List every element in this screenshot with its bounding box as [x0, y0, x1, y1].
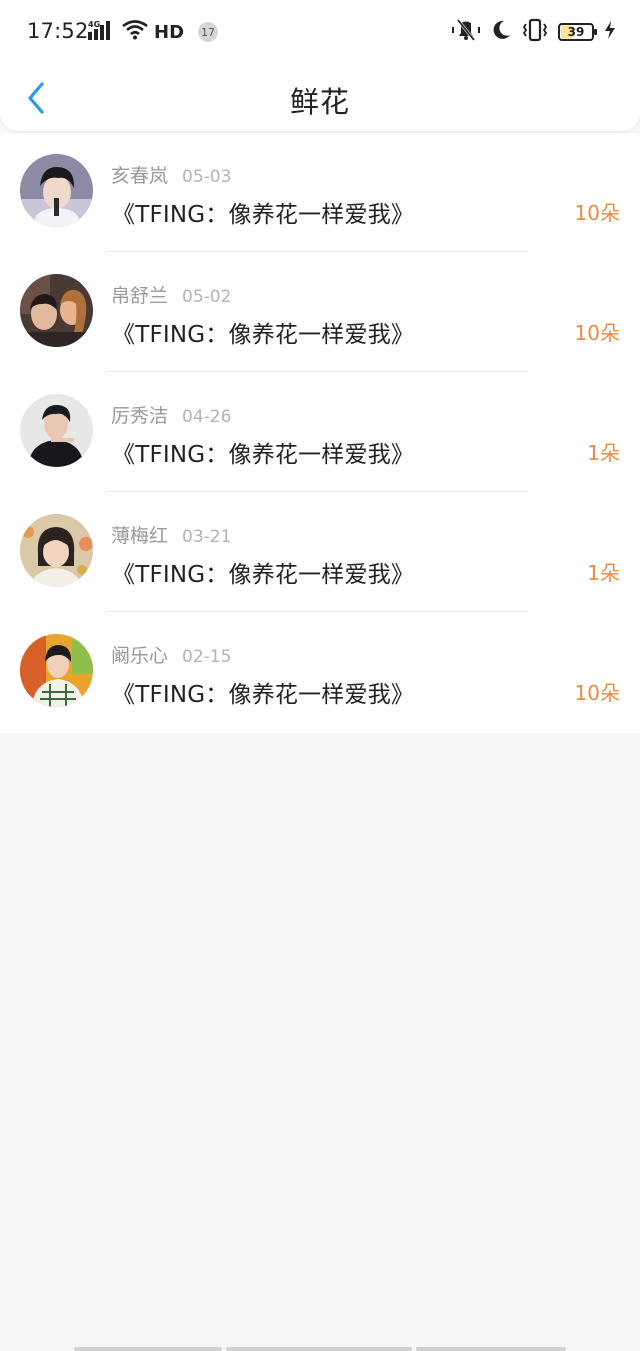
song-title: 《TFING：像养花一样爱我》 [112, 682, 415, 708]
network-type-label: 4G [88, 20, 100, 29]
list-item[interactable]: 厉秀洁 04-26 《TFING：像养花一样爱我》 1朵 [0, 373, 640, 493]
avatar[interactable] [20, 394, 93, 467]
status-time: 17:52 [27, 19, 89, 43]
status-right-icons: 39 [452, 18, 616, 46]
navigation-bar: 鲜花 [0, 64, 640, 131]
user-name: 厉秀洁 [111, 405, 169, 427]
user-name: 亥春岚 [111, 165, 169, 187]
charging-icon [604, 20, 616, 44]
item-date: 05-02 [182, 287, 232, 307]
vibrate-icon [522, 18, 548, 46]
notification-count-badge: 17 [198, 22, 219, 42]
item-meta: 薄梅红 03-21 [111, 521, 231, 548]
user-name: 阚乐心 [111, 645, 169, 667]
flower-count: 1朵 [587, 561, 620, 585]
song-title: 《TFING：像养花一样爱我》 [112, 322, 415, 348]
item-date: 02-15 [182, 647, 232, 667]
item-date: 04-26 [182, 407, 232, 427]
hd-label: HD [154, 21, 185, 43]
mute-icon [452, 18, 480, 46]
page-title: 鲜花 [289, 85, 350, 119]
flower-count: 10朵 [574, 201, 620, 225]
user-name: 帛舒兰 [111, 285, 169, 307]
item-date: 05-03 [182, 167, 232, 187]
item-meta: 亥春岚 05-03 [111, 161, 231, 188]
home-indicator-segment [226, 1347, 412, 1351]
avatar[interactable] [20, 514, 93, 587]
status-left-icons: 4G HD 17 [88, 19, 219, 45]
user-name: 薄梅红 [111, 525, 169, 547]
item-meta: 阚乐心 02-15 [111, 641, 231, 668]
avatar[interactable] [20, 634, 93, 707]
item-meta: 厉秀洁 04-26 [111, 401, 231, 428]
divider [106, 371, 528, 372]
moon-icon [490, 19, 512, 45]
status-bar: 17:52 4G HD 17 39 [0, 0, 640, 64]
flower-count: 10朵 [574, 681, 620, 705]
avatar[interactable] [20, 154, 93, 227]
song-title: 《TFING：像养花一样爱我》 [112, 442, 415, 468]
signal-icon: 4G [88, 19, 116, 45]
flower-count: 1朵 [587, 441, 620, 465]
list-item[interactable]: 亥春岚 05-03 《TFING：像养花一样爱我》 10朵 [0, 133, 640, 253]
list-item[interactable]: 薄梅红 03-21 《TFING：像养花一样爱我》 1朵 [0, 493, 640, 613]
battery-icon: 39 [558, 23, 597, 41]
wifi-icon [122, 20, 148, 44]
home-indicator-segment [74, 1347, 222, 1351]
flower-count: 10朵 [574, 321, 620, 345]
avatar[interactable] [20, 274, 93, 347]
divider [106, 611, 528, 612]
flower-list: 亥春岚 05-03 《TFING：像养花一样爱我》 10朵 帛舒兰 05-02 《T… [0, 133, 640, 733]
list-item[interactable]: 帛舒兰 05-02 《TFING：像养花一样爱我》 10朵 [0, 253, 640, 373]
item-meta: 帛舒兰 05-02 [111, 281, 231, 308]
song-title: 《TFING：像养花一样爱我》 [112, 202, 415, 228]
home-indicator-segment [416, 1347, 566, 1351]
song-title: 《TFING：像养花一样爱我》 [112, 562, 415, 588]
battery-percent: 39 [567, 25, 585, 39]
item-date: 03-21 [182, 527, 232, 547]
list-item[interactable]: 阚乐心 02-15 《TFING：像养花一样爱我》 10朵 [0, 613, 640, 733]
top-bar: 17:52 4G HD 17 39 鲜花 [0, 0, 640, 131]
divider [106, 491, 528, 492]
divider [106, 251, 528, 252]
